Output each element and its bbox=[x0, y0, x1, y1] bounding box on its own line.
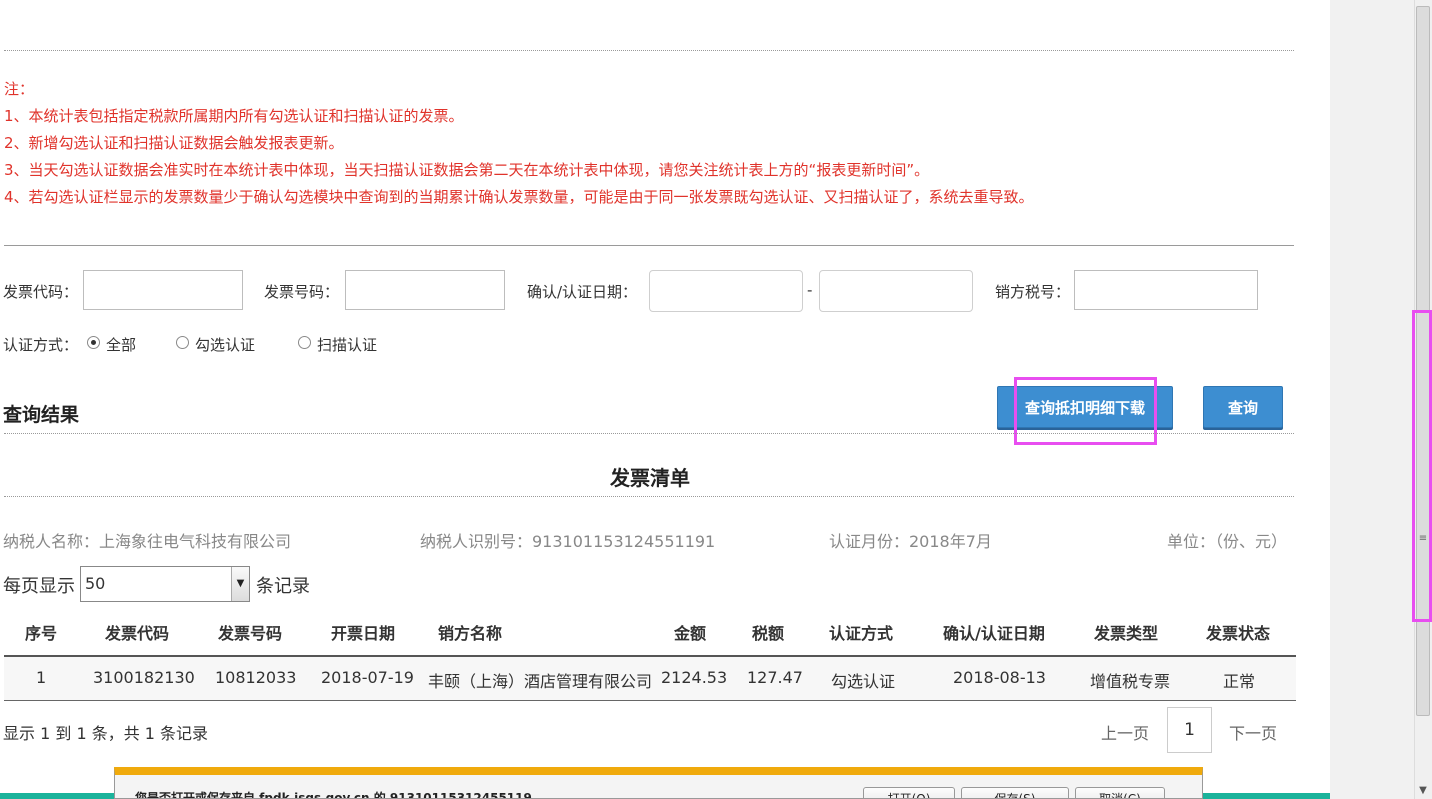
chevron-down-icon[interactable]: ▼ bbox=[231, 567, 249, 601]
divider-results bbox=[4, 433, 1294, 434]
auth-radio-check[interactable] bbox=[176, 336, 189, 349]
download-save-button[interactable]: 保存(S) bbox=[961, 787, 1069, 798]
col-header-seller-name: 销方名称 bbox=[438, 624, 503, 643]
col-header-tax: 税额 bbox=[752, 624, 785, 643]
pager-current-page[interactable]: 1 bbox=[1167, 707, 1212, 753]
note-item-1: 1、本统计表包括指定税款所属期内所有勾选认证和扫描认证的发票。 bbox=[4, 107, 464, 125]
cell-seller-name: 丰颐（上海）酒店管理有限公司 bbox=[428, 672, 653, 691]
notes-block: 注： 1、本统计表包括指定税款所属期内所有勾选认证和扫描认证的发票。 2、新增勾… bbox=[4, 76, 1294, 211]
divider-notes bbox=[4, 245, 1294, 246]
cell-invoice-status: 正常 bbox=[1223, 672, 1256, 691]
unit-label: 单位：（份、元） bbox=[1167, 532, 1288, 551]
col-header-invoice-number: 发票号码 bbox=[218, 624, 283, 643]
scroll-down-arrow-icon[interactable]: ▼ bbox=[1416, 784, 1430, 798]
col-header-index: 序号 bbox=[25, 624, 58, 643]
auth-option-check: 勾选认证 bbox=[195, 336, 256, 354]
cell-tax: 127.47 bbox=[747, 668, 803, 687]
cell-invoice-number: 10812033 bbox=[215, 668, 297, 687]
auth-month: 认证月份：2018年7月 bbox=[829, 532, 992, 551]
download-notification-bar: 您是否打开或保存来自 fpdk.jsgs.gov.cn 的 9131011531… bbox=[114, 767, 1203, 799]
cell-invoice-code: 3100182130 bbox=[93, 668, 195, 687]
invoice-code-input[interactable] bbox=[83, 270, 243, 310]
pager-prev-link[interactable]: 上一页 bbox=[1101, 720, 1149, 744]
auth-option-all: 全部 bbox=[106, 336, 137, 354]
invoice-code-label: 发票代码： bbox=[3, 283, 79, 301]
invoice-number-input[interactable] bbox=[345, 270, 505, 310]
seller-tax-input[interactable] bbox=[1074, 270, 1258, 310]
query-button[interactable]: 查询 bbox=[1203, 386, 1283, 428]
confirm-date-label: 确认/认证日期： bbox=[527, 283, 638, 301]
confirm-date-end-input[interactable] bbox=[819, 270, 973, 312]
cell-confirm-date: 2018-08-13 bbox=[953, 668, 1046, 687]
results-title: 查询结果 bbox=[3, 404, 80, 426]
cell-index: 1 bbox=[36, 668, 47, 687]
col-header-invoice-type: 发票类型 bbox=[1094, 624, 1159, 643]
cell-auth-method: 勾选认证 bbox=[831, 672, 896, 691]
note-item-2: 2、新增勾选认证和扫描认证数据会触发报表更新。 bbox=[4, 134, 344, 152]
highlight-box-download bbox=[1014, 377, 1157, 445]
col-header-confirm-date: 确认/认证日期 bbox=[943, 624, 1045, 643]
auth-radio-scan[interactable] bbox=[298, 336, 311, 349]
col-header-issue-date: 开票日期 bbox=[331, 624, 396, 643]
cell-issue-date: 2018-07-19 bbox=[321, 668, 414, 687]
download-bar-message: 您是否打开或保存来自 fpdk.jsgs.gov.cn 的 9131011531… bbox=[135, 791, 546, 799]
auth-radio-all[interactable] bbox=[87, 336, 100, 349]
auth-method-label: 认证方式： bbox=[3, 336, 79, 354]
invoice-number-label: 发票号码： bbox=[264, 283, 340, 301]
right-gutter bbox=[1330, 0, 1414, 799]
date-separator: - bbox=[807, 281, 813, 299]
highlight-box-scrollbar bbox=[1412, 310, 1432, 622]
records-summary: 显示 1 到 1 条，共 1 条记录 bbox=[3, 724, 209, 743]
pager-next-link[interactable]: 下一页 bbox=[1229, 720, 1277, 744]
taxpayer-id: 纳税人识别号：913101153124551191 bbox=[420, 532, 716, 551]
taxpayer-name: 纳税人名称：上海象往电气科技有限公司 bbox=[3, 532, 292, 551]
page-size-select[interactable]: 50 ▼ bbox=[80, 566, 250, 602]
cell-invoice-type: 增值税专票 bbox=[1090, 672, 1171, 691]
col-header-amount: 金额 bbox=[674, 624, 707, 643]
cell-amount: 2124.53 bbox=[661, 668, 728, 687]
divider-top bbox=[4, 50, 1294, 51]
note-item-3: 3、当天勾选认证数据会准实时在本统计表中体现，当天扫描认证数据会第二天在本统计表… bbox=[4, 161, 930, 179]
download-cancel-button[interactable]: 取消(C) bbox=[1075, 787, 1165, 798]
page-size-suffix: 条记录 bbox=[256, 576, 310, 597]
invoice-list-title: 发票清单 bbox=[610, 466, 690, 490]
page-size-value: 50 bbox=[85, 574, 106, 593]
col-header-invoice-code: 发票代码 bbox=[105, 624, 170, 643]
notes-heading: 注： bbox=[4, 80, 35, 98]
divider-list bbox=[4, 496, 1294, 497]
page-size-prefix: 每页显示 bbox=[3, 576, 75, 597]
confirm-date-start-input[interactable] bbox=[649, 270, 803, 312]
auth-option-scan: 扫描认证 bbox=[317, 336, 378, 354]
download-open-button[interactable]: 打开(O) bbox=[863, 787, 955, 798]
note-item-4: 4、若勾选认证栏显示的发票数量少于确认勾选模块中查询到的当期累计确认发票数量，可… bbox=[4, 188, 1034, 206]
col-header-invoice-status: 发票状态 bbox=[1206, 624, 1271, 643]
seller-tax-label: 销方税号： bbox=[995, 283, 1071, 301]
col-header-auth-method: 认证方式 bbox=[829, 624, 894, 643]
table-bottom-rule bbox=[4, 700, 1296, 701]
